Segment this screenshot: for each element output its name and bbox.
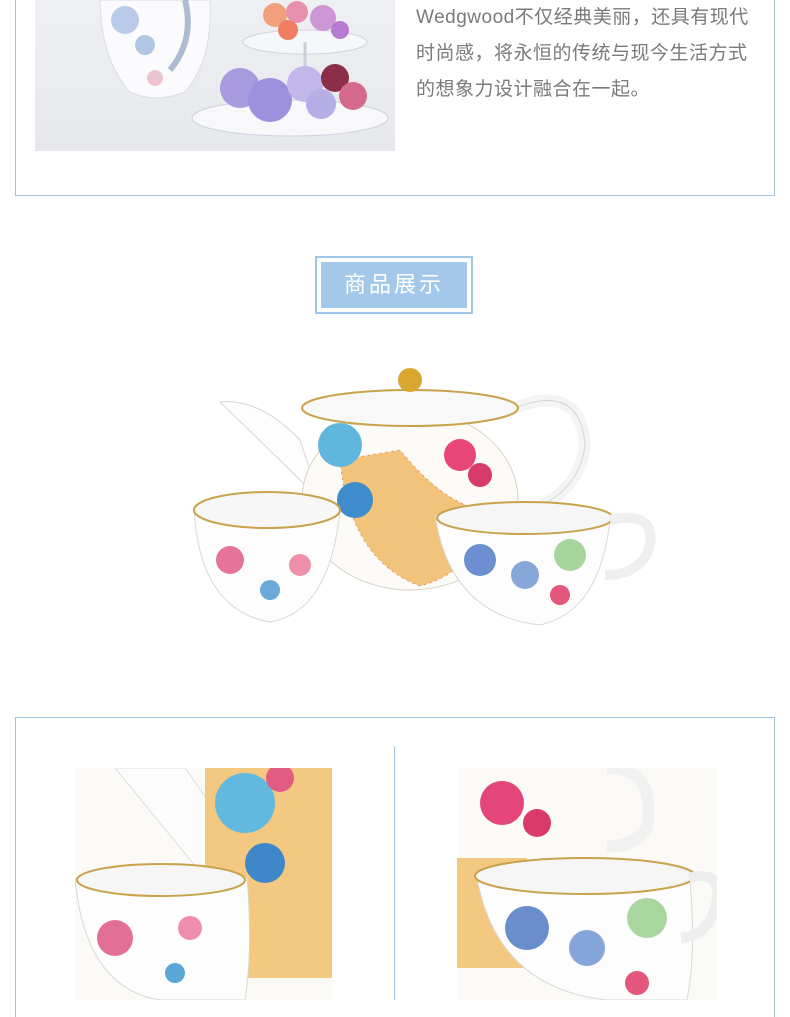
- detail-photo-left: [75, 768, 332, 1000]
- product-photo: [180, 350, 660, 640]
- intro-photo: [35, 0, 395, 151]
- detail-photo-right: [457, 768, 717, 1000]
- section-title-frame: 商品展示: [315, 256, 473, 314]
- detail-divider: [394, 746, 395, 1000]
- section-title: 商品展示: [321, 262, 467, 308]
- intro-description: Wedgwood不仅经典美丽，还具有现代时尚感，将永恒的传统与现今生活方式的想象…: [416, 7, 749, 100]
